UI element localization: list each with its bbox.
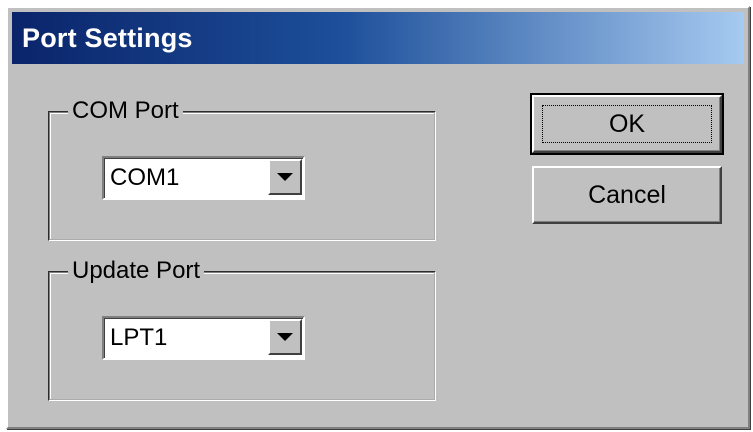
com-port-dropdown-button[interactable] [268,159,302,195]
ok-button[interactable]: OK [530,93,724,155]
com-port-group: COM Port COM1 [48,94,436,241]
update-port-group: Update Port LPT1 [48,254,436,401]
dialog-title: Port Settings [22,22,193,53]
com-port-label: COM Port [68,94,183,128]
port-settings-dialog: Port Settings COM Port COM1 Update Port … [6,6,750,429]
title-bar[interactable]: Port Settings [12,12,744,64]
update-port-label: Update Port [68,254,205,288]
chevron-down-icon [277,333,293,341]
ok-button-label: OK [608,109,646,138]
com-port-value: COM1 [110,164,180,191]
update-port-dropdown-button[interactable] [268,319,302,355]
update-port-value: LPT1 [110,324,168,351]
chevron-down-icon [277,173,293,181]
com-port-select[interactable]: COM1 [102,156,305,200]
update-port-select[interactable]: LPT1 [102,316,305,360]
cancel-button-label: Cancel [588,180,666,209]
cancel-button[interactable]: Cancel [532,166,722,224]
